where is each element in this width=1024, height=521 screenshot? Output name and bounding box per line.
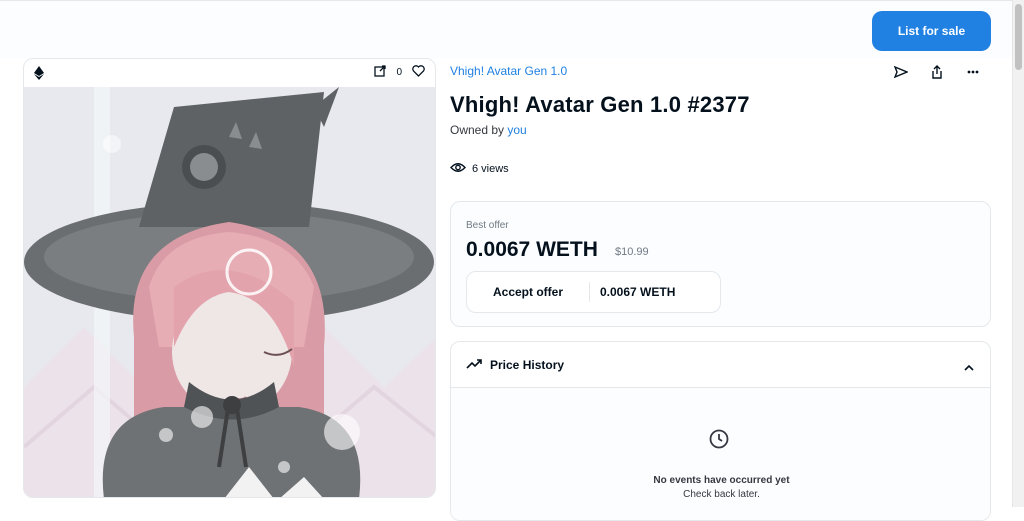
media-card: 0 <box>23 58 436 498</box>
heart-icon[interactable] <box>412 65 425 80</box>
views-count: 6 views <box>450 162 509 176</box>
ethereum-icon <box>34 66 44 80</box>
item-actions <box>893 64 981 80</box>
item-title: Vhigh! Avatar Gen 1.0 #2377 <box>450 92 750 117</box>
nft-image[interactable] <box>24 87 435 497</box>
owned-by: Owned by you <box>450 123 527 137</box>
price-history-title: Price History <box>490 357 565 372</box>
empty-state-title: No events have occurred yet <box>653 475 790 486</box>
views-label: 6 views <box>472 163 509 175</box>
media-header: 0 <box>24 59 435 87</box>
price-history-panel: Price History No events have occurred ye… <box>450 341 991 521</box>
list-for-sale-button[interactable]: List for sale <box>872 11 991 51</box>
clock-icon <box>709 429 729 454</box>
scrollbar-thumb[interactable] <box>1015 4 1022 70</box>
share-icon[interactable] <box>929 64 945 80</box>
more-options-icon[interactable] <box>965 64 981 80</box>
send-icon[interactable] <box>893 64 909 80</box>
chevron-up-icon[interactable] <box>964 358 974 376</box>
best-offer-price: 0.0067 WETH <box>466 238 598 261</box>
trend-icon <box>466 356 482 374</box>
page-scrollbar[interactable] <box>1012 0 1024 507</box>
best-offer-usd: $10.99 <box>615 246 649 258</box>
collection-link[interactable]: Vhigh! Avatar Gen 1.0 <box>450 64 567 78</box>
like-count: 0 <box>396 67 402 78</box>
nft-artwork <box>24 87 435 497</box>
best-offer-card: Best offer 0.0067 WETH $10.99 Accept off… <box>450 201 991 327</box>
price-history-body: No events have occurred yet Check back l… <box>451 388 990 520</box>
owned-by-label: Owned by <box>450 123 505 137</box>
price-history-header[interactable]: Price History <box>451 342 990 388</box>
accept-offer-box[interactable]: Accept offer 0.0067 WETH <box>466 271 721 313</box>
owner-link[interactable]: you <box>507 123 526 137</box>
best-offer-label: Best offer <box>466 220 509 231</box>
accept-offer-value: 0.0067 WETH <box>600 285 676 299</box>
external-link-icon[interactable] <box>374 65 387 80</box>
eye-icon <box>450 162 466 176</box>
accept-offer-button[interactable]: Accept offer <box>467 282 590 302</box>
top-bar: List for sale <box>0 0 1024 58</box>
empty-state-subtitle: Check back later. <box>683 489 760 500</box>
